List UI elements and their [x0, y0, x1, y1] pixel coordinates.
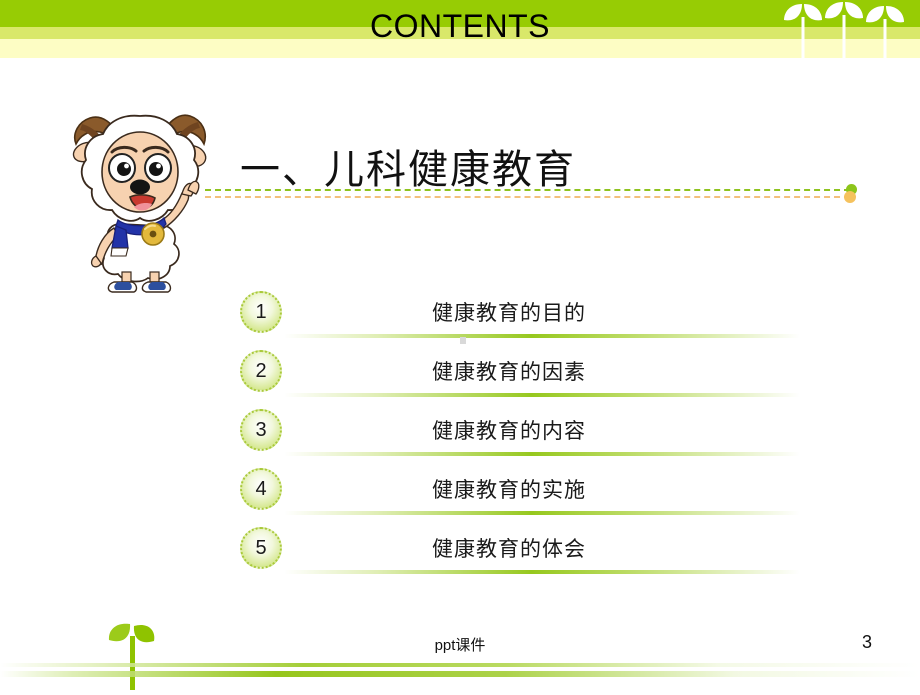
list-item-number: 2 — [255, 359, 267, 382]
page-number: 3 — [861, 632, 872, 652]
list-item-label: 健康教育的目的 — [432, 301, 586, 325]
sheep-mascot-icon — [56, 96, 224, 294]
footer-label: ppt课件 — [434, 637, 486, 654]
list-item-separator — [284, 452, 800, 456]
list-item-separator — [284, 570, 800, 574]
list-item[interactable]: 4 健康教育的实施 — [240, 468, 800, 527]
header-banner: CONTENTS — [0, 0, 920, 58]
divider-line-green — [205, 189, 850, 191]
list-item[interactable]: 1 健康教育的目的 — [240, 291, 800, 350]
list-item-label: 健康教育的实施 — [432, 478, 586, 502]
list-item[interactable]: 3 健康教育的内容 — [240, 409, 800, 468]
list-item-number-badge: 5 — [240, 527, 282, 569]
page-title: CONTENTS — [370, 8, 550, 44]
divider-dot-orange — [844, 191, 856, 203]
list-item-separator — [284, 511, 800, 515]
list-item-number: 3 — [255, 418, 267, 441]
list-item-number-badge: 3 — [240, 409, 282, 451]
list-item-separator — [284, 393, 800, 397]
list-item-number: 4 — [255, 477, 267, 500]
list-item-number-badge: 1 — [240, 291, 282, 333]
contents-list: 1 健康教育的目的 2 健康教育的因素 3 健康教育的内容 4 健康教育的实施 … — [240, 291, 800, 586]
section-title: 一、儿科健康教育 — [240, 147, 576, 192]
list-item-number: 5 — [255, 536, 267, 559]
footer-rule-top — [0, 663, 920, 667]
list-item-label: 健康教育的体会 — [432, 537, 586, 561]
list-item-number-badge: 4 — [240, 468, 282, 510]
footer-rule-bottom — [0, 671, 920, 677]
divider-line-orange — [205, 196, 850, 198]
list-item-label: 健康教育的因素 — [432, 360, 586, 384]
list-item-number: 1 — [255, 300, 267, 323]
list-item[interactable]: 2 健康教育的因素 — [240, 350, 800, 409]
separator-marker — [460, 337, 466, 344]
list-item-separator — [284, 334, 800, 338]
list-item[interactable]: 5 健康教育的体会 — [240, 527, 800, 586]
list-item-label: 健康教育的内容 — [432, 419, 586, 443]
list-item-number-badge: 2 — [240, 350, 282, 392]
